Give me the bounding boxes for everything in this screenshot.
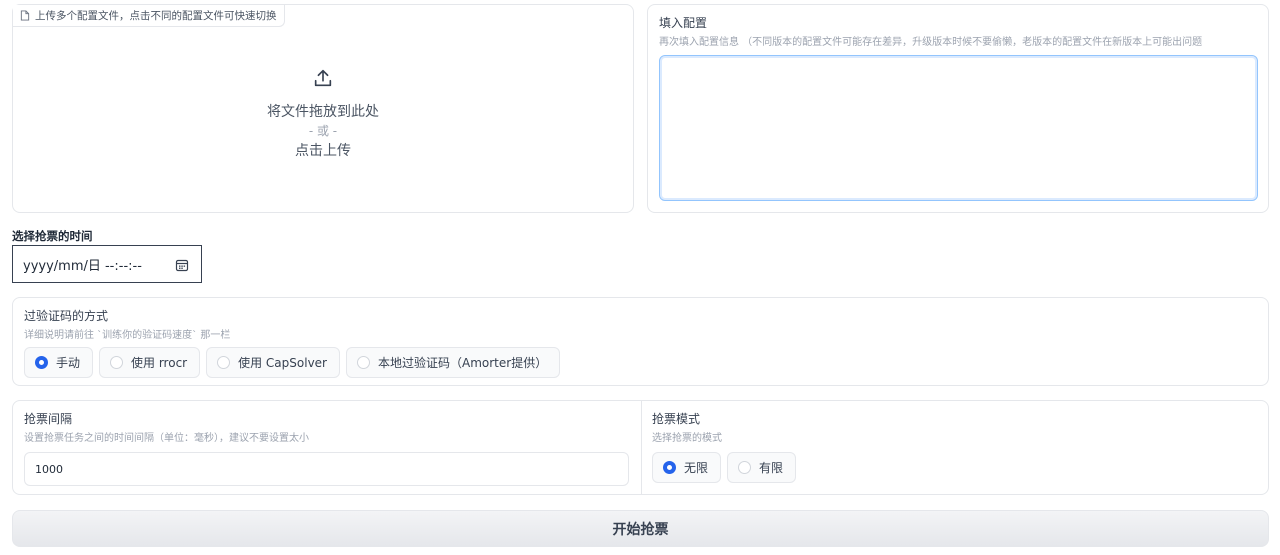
captcha-option-label: 手动 [56, 356, 81, 370]
datetime-placeholder: yyyy/mm/日 --:--:-- [23, 258, 142, 274]
radio-dot [110, 356, 124, 369]
mode-info: 选择抢票的模式 [652, 433, 722, 444]
config-textarea[interactable] [659, 55, 1258, 201]
drop-text: 将文件拖放到此处 [267, 104, 379, 120]
config-panel: 填入配置 再次填入配置信息 （不同版本的配置文件可能存在差异，升级版本时候不要偷… [647, 4, 1269, 213]
start-button-label: 开始抢票 [612, 521, 669, 538]
datetime-input[interactable]: yyyy/mm/日 --:--:-- [12, 245, 202, 283]
captcha-option-manual[interactable]: 手动 [24, 347, 94, 378]
config-label: 填入配置 [659, 16, 708, 30]
click-upload-text[interactable]: 点击上传 [13, 142, 633, 160]
time-label: 选择抢票的时间 [12, 229, 93, 243]
captcha-method-panel: 过验证码的方式 详细说明请前往 `训练你的验证码速度` 那一栏 手动 使用 rr… [12, 297, 1269, 386]
radio-dot [357, 356, 370, 369]
interval-info: 设置抢票任务之间的时间间隔（单位：毫秒），建议不要设置太小 [24, 433, 309, 444]
radio-dot [738, 461, 752, 474]
upload-icon [314, 69, 332, 87]
captcha-option-label: 使用 CapSolver [238, 356, 327, 370]
calendar-icon[interactable] [175, 258, 189, 272]
interval-mode-panel: 抢票间隔 设置抢票任务之间的时间间隔（单位：毫秒），建议不要设置太小 抢票模式 … [12, 400, 1269, 495]
mode-label: 抢票模式 [652, 412, 701, 426]
mode-option-limited[interactable]: 有限 [727, 452, 797, 483]
divider [641, 401, 642, 494]
mode-option-label: 无限 [684, 461, 709, 475]
mode-option-unlimited[interactable]: 无限 [652, 452, 722, 483]
mode-option-label: 有限 [759, 461, 784, 475]
radio-dot [663, 461, 676, 474]
radio-dot [217, 356, 231, 369]
config-info: 再次填入配置信息 （不同版本的配置文件可能存在差异，升级版本时候不要偷懒，老版本… [659, 37, 1203, 48]
captcha-info: 详细说明请前往 `训练你的验证码速度` 那一栏 [24, 330, 231, 341]
captcha-option-label: 本地过验证码（Amorter提供） [378, 356, 548, 370]
captcha-option-rrocr[interactable]: 使用 rrocr [99, 347, 201, 378]
upload-label-text: 上传多个配置文件，点击不同的配置文件可快速切换 [35, 10, 277, 22]
interval-label: 抢票间隔 [24, 412, 73, 426]
captcha-option-local[interactable]: 本地过验证码（Amorter提供） [346, 347, 561, 378]
start-button[interactable]: 开始抢票 [12, 510, 1269, 547]
radio-dot [35, 356, 48, 369]
file-upload-dropzone[interactable]: 上传多个配置文件，点击不同的配置文件可快速切换 将文件拖放到此处 - 或 - 点… [12, 4, 634, 213]
captcha-label: 过验证码的方式 [24, 309, 109, 323]
interval-input[interactable] [24, 452, 629, 486]
captcha-option-capsolver[interactable]: 使用 CapSolver [206, 347, 340, 378]
or-text: - 或 - [308, 124, 338, 138]
file-icon [20, 10, 30, 21]
captcha-option-label: 使用 rrocr [131, 356, 188, 370]
upload-label: 上传多个配置文件，点击不同的配置文件可快速切换 [13, 5, 285, 27]
